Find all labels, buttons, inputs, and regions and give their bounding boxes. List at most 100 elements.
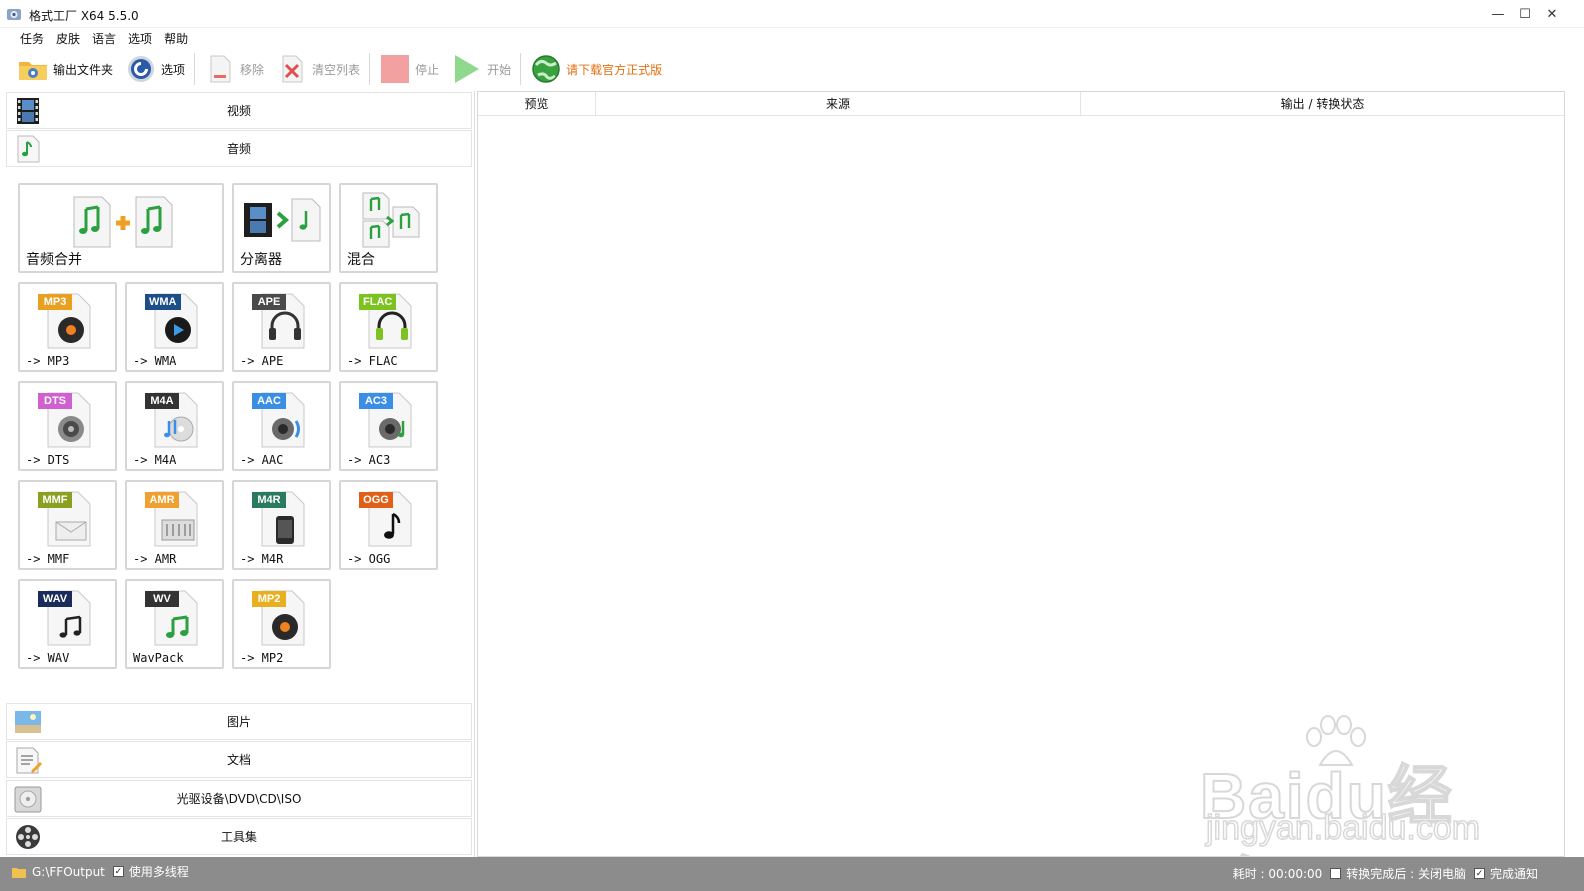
mmf-label: -> MMF (26, 552, 70, 566)
tile-format-m4r[interactable]: M4R -> M4R (232, 480, 331, 570)
notify-checkbox[interactable]: ✓ (1473, 868, 1485, 879)
menu-help[interactable]: 帮助 (158, 28, 194, 50)
minimize-button[interactable]: — (1484, 0, 1512, 28)
category-document[interactable]: 文档 (6, 741, 472, 778)
flac-badge: FLAC (359, 294, 397, 310)
multithread-checkbox[interactable]: ✓ (112, 866, 124, 877)
audio-merge-icon (73, 196, 173, 248)
output-folder-button[interactable]: 输出文件夹 (14, 52, 116, 86)
column-source[interactable]: 来源 (596, 92, 1081, 116)
disc-drive-icon (14, 786, 42, 813)
category-picture-label: 图片 (226, 715, 251, 729)
flac-label: -> FLAC (347, 354, 398, 368)
document-icon (16, 747, 42, 774)
category-video[interactable]: 视频 (6, 92, 472, 129)
clear-list-button[interactable]: 清空列表 (273, 52, 363, 86)
output-path[interactable]: G:\FFOutput (32, 865, 105, 879)
wv-badge: WV (145, 591, 179, 607)
menu-skin[interactable]: 皮肤 (50, 28, 86, 50)
category-optical-label: 光驱设备\DVD\CD\ISO (176, 792, 302, 806)
folder-icon (12, 867, 26, 878)
m4r-label: -> M4R (240, 552, 284, 566)
clear-list-label: 清空列表 (312, 62, 361, 77)
category-picture[interactable]: 图片 (6, 703, 472, 740)
tile-audio-merge[interactable]: 音频合并 (18, 183, 224, 273)
task-list[interactable]: 预览 来源 输出 / 转换状态 (477, 91, 1565, 857)
category-audio[interactable]: 音频 (6, 130, 472, 167)
menu-options[interactable]: 选项 (122, 28, 158, 50)
wavpack-label: WavPack (133, 651, 184, 665)
tile-format-dts[interactable]: DTS -> DTS (18, 381, 117, 471)
options-label: 选项 (161, 62, 186, 77)
close-button[interactable]: ✕ (1538, 0, 1566, 28)
tile-format-mmf[interactable]: MMF -> MMF (18, 480, 117, 570)
aac-label: -> AAC (240, 453, 284, 467)
tile-format-mp2[interactable]: MP2 -> MP2 (232, 579, 331, 669)
mp3-label: -> MP3 (26, 354, 70, 368)
ogg-badge: OGG (359, 492, 393, 508)
status-right: 耗时 : 00:00:00 转换完成后 : 关闭电脑 ✓ 完成通知 (1233, 865, 1546, 882)
toolbar-separator (369, 53, 371, 85)
options-button[interactable]: 选项 (122, 52, 188, 86)
title-bar: 格式工厂 X64 5.5.0 — ☐ ✕ (0, 0, 1584, 28)
elapsed-time: 耗时 : 00:00:00 (1232, 867, 1323, 881)
after-convert-checkbox[interactable] (1330, 868, 1342, 879)
function-panel: 视频 音频 音频合并 分离器 混合 MP3 -> MP3 WMA -> WMA … (3, 91, 475, 866)
clear-list-icon (282, 55, 303, 83)
ogg-label: -> OGG (347, 552, 391, 566)
tile-format-amr[interactable]: AMR -> AMR (125, 480, 224, 570)
column-preview[interactable]: 预览 (478, 92, 596, 116)
category-tools[interactable]: 工具集 (6, 818, 472, 855)
tile-format-m4a[interactable]: M4A -> M4A (125, 381, 224, 471)
category-optical[interactable]: 光驱设备\DVD\CD\ISO (6, 780, 472, 817)
tile-format-ogg[interactable]: OGG -> OGG (339, 480, 438, 570)
splitter-label: 分离器 (240, 252, 282, 268)
globe-icon (532, 55, 560, 83)
maximize-button[interactable]: ☐ (1511, 0, 1539, 28)
category-document-label: 文档 (226, 753, 251, 767)
remove-button[interactable]: 移除 (201, 52, 267, 86)
category-video-label: 视频 (226, 104, 251, 118)
output-folder-label: 输出文件夹 (53, 62, 114, 77)
stop-icon (381, 55, 410, 83)
menu-language[interactable]: 语言 (86, 28, 122, 50)
stop-button[interactable]: 停止 (376, 52, 442, 86)
menu-bar: 任务 皮肤 语言 选项 帮助 (0, 28, 1584, 50)
gear-icon (128, 56, 155, 82)
folder-icon (19, 62, 47, 80)
after-convert-label: 转换完成后 : 关闭电脑 (1346, 867, 1466, 881)
category-audio-label: 音频 (226, 142, 251, 156)
ape-badge: APE (252, 294, 286, 310)
start-button[interactable]: 开始 (448, 52, 514, 86)
notify-label: 完成通知 (1489, 867, 1538, 881)
tile-format-wavpack[interactable]: WV WavPack (125, 579, 224, 669)
splitter-icon (244, 198, 321, 242)
film-strip-icon (17, 98, 39, 124)
picture-icon (15, 711, 41, 733)
tile-format-mp3[interactable]: MP3 -> MP3 (18, 282, 117, 372)
tile-format-wma[interactable]: WMA -> WMA (125, 282, 224, 372)
menu-task[interactable]: 任务 (14, 28, 50, 50)
tile-mix[interactable]: 混合 (339, 183, 438, 273)
download-official-label: 请下载官方正式版 (566, 62, 663, 77)
download-official-link[interactable]: 请下载官方正式版 (527, 52, 665, 86)
multithread-label: 使用多线程 (128, 865, 189, 879)
wma-badge: WMA (145, 294, 181, 310)
mix-icon (362, 192, 420, 248)
column-status[interactable]: 输出 / 转换状态 (1081, 92, 1564, 116)
toolbar-separator (520, 53, 522, 85)
tile-format-ape[interactable]: APE -> APE (232, 282, 331, 372)
tile-format-wav[interactable]: WAV -> WAV (18, 579, 117, 669)
mp2-badge: MP2 (252, 591, 286, 607)
tile-format-ac3[interactable]: AC3 -> AC3 (339, 381, 438, 471)
start-label: 开始 (487, 62, 512, 77)
m4a-label: -> M4A (133, 453, 177, 467)
app-logo-icon (7, 9, 21, 20)
mp2-label: -> MP2 (240, 651, 284, 665)
tile-format-flac[interactable]: FLAC -> FLAC (339, 282, 438, 372)
tile-splitter[interactable]: 分离器 (232, 183, 331, 273)
tile-format-aac[interactable]: AAC -> AAC (232, 381, 331, 471)
m4r-badge: M4R (252, 492, 286, 508)
play-icon (455, 55, 480, 83)
audio-merge-label: 音频合并 (26, 252, 82, 268)
